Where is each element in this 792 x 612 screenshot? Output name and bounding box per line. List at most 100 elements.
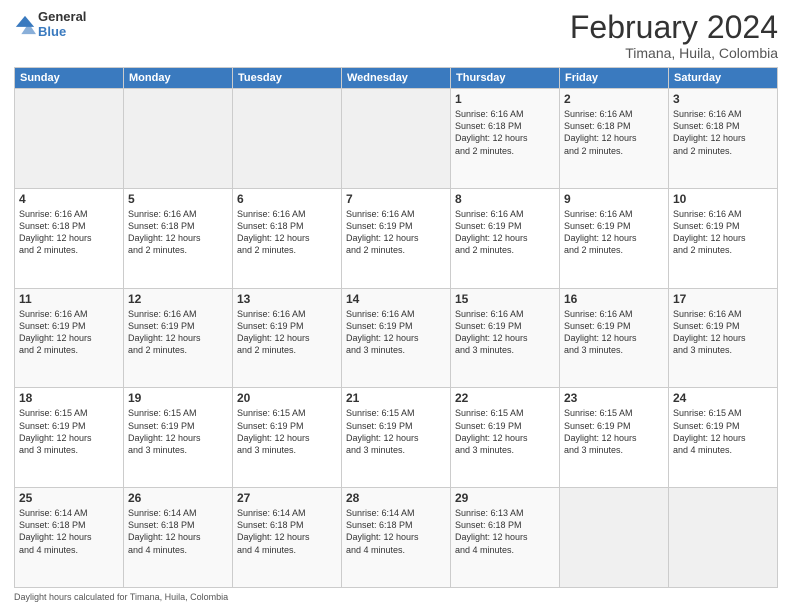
day-number: 15	[455, 292, 555, 306]
calendar-body: 1Sunrise: 6:16 AM Sunset: 6:18 PM Daylig…	[15, 89, 778, 588]
day-number: 17	[673, 292, 773, 306]
day-info: Sunrise: 6:15 AM Sunset: 6:19 PM Dayligh…	[455, 407, 555, 456]
subtitle: Timana, Huila, Colombia	[570, 45, 778, 61]
logo-line2: Blue	[38, 25, 86, 40]
calendar-day-cell: 5Sunrise: 6:16 AM Sunset: 6:18 PM Daylig…	[124, 188, 233, 288]
calendar-week-row: 4 Sunrise: 6:16 AM Sunset: 6:18 PM Daylig…	[15, 188, 778, 288]
day-info: Sunrise: 6:16 AM Sunset: 6:19 PM Dayligh…	[346, 308, 446, 357]
day-number: 4	[19, 192, 119, 206]
day-number: 2	[564, 92, 664, 106]
calendar-header-cell: Friday	[560, 68, 669, 89]
calendar-day-cell: 6 Sunrise: 6:16 AM Sunset: 6:18 PM Daylig…	[233, 188, 342, 288]
calendar-day-cell: 21Sunrise: 6:15 AM Sunset: 6:19 PM Dayli…	[342, 388, 451, 488]
calendar-day-cell: 16Sunrise: 6:16 AM Sunset: 6:19 PM Dayli…	[560, 288, 669, 388]
day-info: Sunrise: 6:16 AM Sunset: 6:19 PM Dayligh…	[128, 308, 228, 357]
calendar-day-cell: 4 Sunrise: 6:16 AM Sunset: 6:18 PM Daylig…	[15, 188, 124, 288]
day-info: Sunrise: 6:16 AM Sunset: 6:19 PM Dayligh…	[673, 208, 773, 257]
day-info: Sunrise: 6:15 AM Sunset: 6:19 PM Dayligh…	[19, 407, 119, 456]
day-info: Sunrise: 6:16 AM Sunset: 6:19 PM Dayligh…	[564, 308, 664, 357]
day-number: 21	[346, 391, 446, 405]
day-info: Sunrise: 6:16 AM Sunset: 6:19 PM Dayligh…	[564, 208, 664, 257]
calendar-day-cell	[669, 488, 778, 588]
day-number: 3	[673, 92, 773, 106]
day-info: Sunrise: 6:16 AM Sunset: 6:18 PM Dayligh…	[455, 108, 555, 157]
calendar-day-cell: 11 Sunrise: 6:16 AM Sunset: 6:19 PM Dayli…	[15, 288, 124, 388]
day-info: Sunrise: 6:16 AM Sunset: 6:19 PM Dayligh…	[237, 308, 337, 357]
day-info: Sunrise: 6:16 AM Sunset: 6:18 PM Dayligh…	[564, 108, 664, 157]
day-info: Sunrise: 6:14 AM Sunset: 6:18 PM Dayligh…	[237, 507, 337, 556]
day-info: Sunrise: 6:16 AM Sunset: 6:19 PM Dayligh…	[673, 308, 773, 357]
calendar-week-row: 11 Sunrise: 6:16 AM Sunset: 6:19 PM Dayli…	[15, 288, 778, 388]
calendar-day-cell: 3 Sunrise: 6:16 AM Sunset: 6:18 PM Daylig…	[669, 89, 778, 189]
calendar-day-cell: 29 Sunrise: 6:13 AM Sunset: 6:18 PM Dayli…	[451, 488, 560, 588]
day-info: Sunrise: 6:16 AM Sunset: 6:19 PM Dayligh…	[19, 308, 119, 357]
calendar-day-cell: 10 Sunrise: 6:16 AM Sunset: 6:19 PM Dayli…	[669, 188, 778, 288]
day-info: Sunrise: 6:15 AM Sunset: 6:19 PM Dayligh…	[564, 407, 664, 456]
calendar-day-cell: 28 Sunrise: 6:14 AM Sunset: 6:18 PM Dayli…	[342, 488, 451, 588]
calendar-day-cell: 22Sunrise: 6:15 AM Sunset: 6:19 PM Dayli…	[451, 388, 560, 488]
day-number: 25	[19, 491, 119, 505]
calendar-day-cell	[560, 488, 669, 588]
footer-daylight: Daylight hours calculated for Timana, Hu…	[14, 592, 228, 602]
calendar-header-cell: Saturday	[669, 68, 778, 89]
calendar-day-cell	[233, 89, 342, 189]
day-number: 27	[237, 491, 337, 505]
calendar-day-cell	[342, 89, 451, 189]
day-number: 29	[455, 491, 555, 505]
calendar-day-cell	[15, 89, 124, 189]
calendar-day-cell: 18Sunrise: 6:15 AM Sunset: 6:19 PM Dayli…	[15, 388, 124, 488]
calendar-week-row: 1Sunrise: 6:16 AM Sunset: 6:18 PM Daylig…	[15, 89, 778, 189]
calendar-day-cell: 24 Sunrise: 6:15 AM Sunset: 6:19 PM Dayli…	[669, 388, 778, 488]
day-number: 28	[346, 491, 446, 505]
day-info: Sunrise: 6:14 AM Sunset: 6:18 PM Dayligh…	[346, 507, 446, 556]
day-number: 9	[564, 192, 664, 206]
calendar-week-row: 25 Sunrise: 6:14 AM Sunset: 6:18 PM Dayli…	[15, 488, 778, 588]
logo-icon	[14, 14, 36, 36]
calendar-day-cell: 25 Sunrise: 6:14 AM Sunset: 6:18 PM Dayli…	[15, 488, 124, 588]
calendar-day-cell	[124, 89, 233, 189]
day-info: Sunrise: 6:16 AM Sunset: 6:19 PM Dayligh…	[455, 308, 555, 357]
calendar-day-cell: 9 Sunrise: 6:16 AM Sunset: 6:19 PM Daylig…	[560, 188, 669, 288]
calendar-day-cell: 13 Sunrise: 6:16 AM Sunset: 6:19 PM Dayli…	[233, 288, 342, 388]
day-number: 5	[128, 192, 228, 206]
day-info: Sunrise: 6:16 AM Sunset: 6:18 PM Dayligh…	[673, 108, 773, 157]
day-info: Sunrise: 6:16 AM Sunset: 6:19 PM Dayligh…	[346, 208, 446, 257]
day-number: 24	[673, 391, 773, 405]
calendar-header-cell: Monday	[124, 68, 233, 89]
day-number: 19	[128, 391, 228, 405]
calendar-day-cell: 1Sunrise: 6:16 AM Sunset: 6:18 PM Daylig…	[451, 89, 560, 189]
calendar-day-cell: 23 Sunrise: 6:15 AM Sunset: 6:19 PM Dayli…	[560, 388, 669, 488]
calendar-header-cell: Wednesday	[342, 68, 451, 89]
day-info: Sunrise: 6:16 AM Sunset: 6:18 PM Dayligh…	[19, 208, 119, 257]
day-info: Sunrise: 6:15 AM Sunset: 6:19 PM Dayligh…	[673, 407, 773, 456]
title-block: February 2024 Timana, Huila, Colombia	[570, 10, 778, 61]
logo-line1: General	[38, 10, 86, 25]
calendar-day-cell: 17 Sunrise: 6:16 AM Sunset: 6:19 PM Dayli…	[669, 288, 778, 388]
day-number: 14	[346, 292, 446, 306]
day-number: 10	[673, 192, 773, 206]
calendar-header-cell: Sunday	[15, 68, 124, 89]
day-number: 13	[237, 292, 337, 306]
day-info: Sunrise: 6:14 AM Sunset: 6:18 PM Dayligh…	[128, 507, 228, 556]
day-number: 26	[128, 491, 228, 505]
day-number: 8	[455, 192, 555, 206]
calendar-day-cell: 19 Sunrise: 6:15 AM Sunset: 6:19 PM Dayli…	[124, 388, 233, 488]
calendar-header-cell: Tuesday	[233, 68, 342, 89]
day-info: Sunrise: 6:14 AM Sunset: 6:18 PM Dayligh…	[19, 507, 119, 556]
day-info: Sunrise: 6:15 AM Sunset: 6:19 PM Dayligh…	[128, 407, 228, 456]
day-info: Sunrise: 6:16 AM Sunset: 6:18 PM Dayligh…	[237, 208, 337, 257]
day-info: Sunrise: 6:13 AM Sunset: 6:18 PM Dayligh…	[455, 507, 555, 556]
calendar-week-row: 18Sunrise: 6:15 AM Sunset: 6:19 PM Dayli…	[15, 388, 778, 488]
day-number: 6	[237, 192, 337, 206]
main-title: February 2024	[570, 10, 778, 45]
calendar-day-cell: 15 Sunrise: 6:16 AM Sunset: 6:19 PM Dayli…	[451, 288, 560, 388]
calendar-day-cell: 8Sunrise: 6:16 AM Sunset: 6:19 PM Daylig…	[451, 188, 560, 288]
calendar-day-cell: 2 Sunrise: 6:16 AM Sunset: 6:18 PM Daylig…	[560, 89, 669, 189]
logo-text: General Blue	[38, 10, 86, 40]
day-number: 11	[19, 292, 119, 306]
logo: General Blue	[14, 10, 86, 40]
day-number: 23	[564, 391, 664, 405]
calendar: SundayMondayTuesdayWednesdayThursdayFrid…	[14, 67, 778, 588]
calendar-header-cell: Thursday	[451, 68, 560, 89]
day-info: Sunrise: 6:15 AM Sunset: 6:19 PM Dayligh…	[237, 407, 337, 456]
